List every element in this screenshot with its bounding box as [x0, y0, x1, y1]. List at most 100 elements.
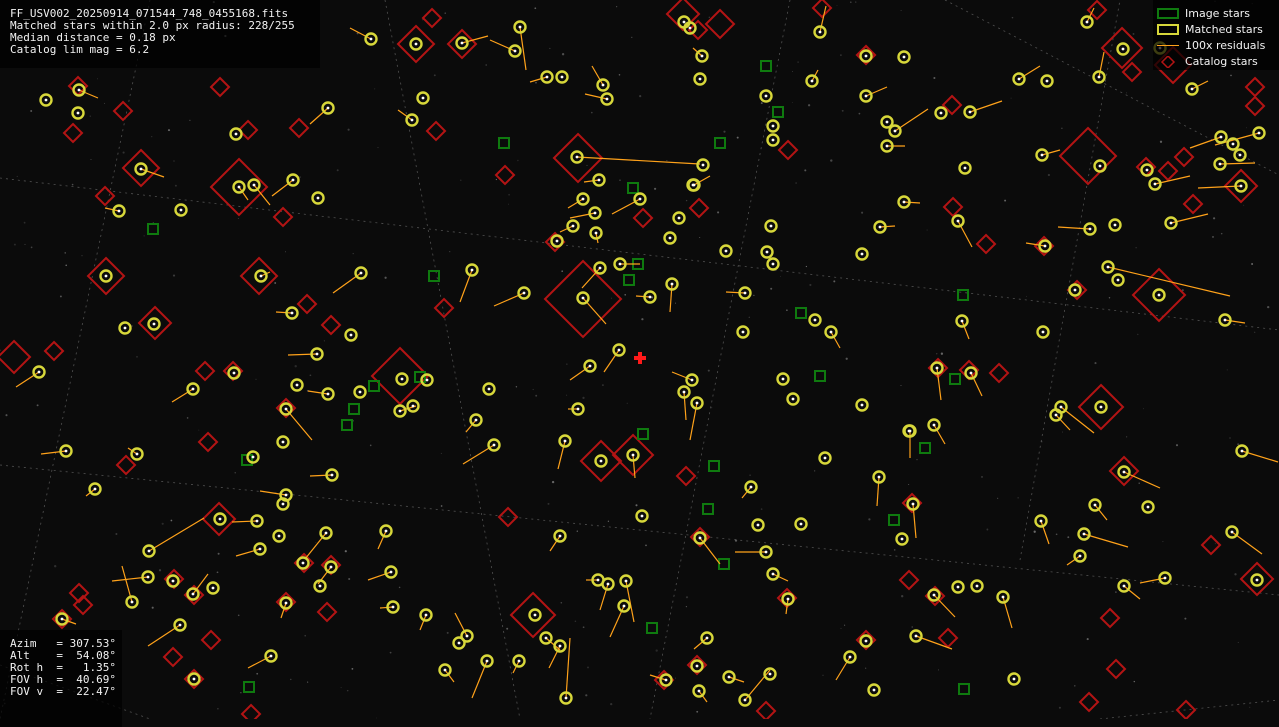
- background-star: [59, 295, 62, 298]
- background-star: [1137, 333, 1139, 336]
- star-core: [391, 605, 395, 609]
- star-core: [1093, 503, 1097, 507]
- background-star: [30, 246, 33, 249]
- background-star: [1126, 92, 1128, 94]
- square-icon: [1157, 8, 1179, 19]
- background-star: [1133, 680, 1136, 683]
- background-star: [639, 94, 642, 98]
- background-star: [624, 294, 626, 296]
- catalog-star: [1173, 146, 1195, 168]
- residual-line: [231, 520, 258, 523]
- image-star: [795, 307, 807, 319]
- catalog-star: [755, 700, 777, 719]
- background-star: [1010, 97, 1012, 99]
- star-core: [677, 216, 681, 220]
- residual-line: [725, 291, 746, 294]
- background-star: [770, 287, 773, 290]
- background-star: [1220, 232, 1223, 235]
- star-core: [588, 364, 592, 368]
- image-star: [957, 289, 969, 301]
- background-star: [1251, 263, 1254, 265]
- star-core: [135, 452, 139, 456]
- star-core: [935, 366, 939, 370]
- background-star: [307, 681, 309, 683]
- background-star: [1086, 638, 1089, 641]
- star-core: [664, 678, 668, 682]
- star-core: [885, 144, 889, 148]
- background-star: [340, 687, 342, 689]
- catalog-star: [1086, 0, 1108, 21]
- background-star: [0, 349, 1, 352]
- background-star: [54, 565, 57, 568]
- star-core: [682, 390, 686, 394]
- star-core: [558, 644, 562, 648]
- star-core: [258, 547, 262, 551]
- background-star: [517, 159, 519, 162]
- star-core: [1113, 223, 1117, 227]
- star-core: [771, 138, 775, 142]
- background-star: [284, 251, 287, 253]
- background-star: [158, 569, 162, 572]
- pointing-info-panel: Azim = 307.53° Alt = 54.08° Rot h = 1.35° F…: [0, 630, 122, 727]
- grid-line: [649, 0, 791, 719]
- background-star: [346, 689, 349, 692]
- residual-line: [253, 184, 271, 206]
- background-star: [674, 677, 676, 679]
- catalog-star: [62, 122, 84, 144]
- star-core: [147, 549, 151, 553]
- star-core: [596, 578, 600, 582]
- star-core: [914, 634, 918, 638]
- image-stars-layer: [147, 60, 970, 695]
- star-core: [1001, 595, 1005, 599]
- star-core: [123, 326, 127, 330]
- star-core: [638, 197, 642, 201]
- catalog-star: [162, 646, 184, 668]
- background-star: [748, 316, 750, 318]
- background-star: [926, 229, 928, 231]
- star-core: [474, 418, 478, 422]
- catalog-star: [316, 601, 338, 623]
- background-star: [548, 661, 550, 663]
- catalog-star: [632, 207, 654, 229]
- star-core: [622, 604, 626, 608]
- catalog-star: [1058, 126, 1118, 186]
- star-core: [1059, 405, 1063, 409]
- image-star: [627, 182, 639, 194]
- star-core: [460, 41, 464, 45]
- star-core: [599, 459, 603, 463]
- background-star: [655, 649, 658, 652]
- background-star: [398, 586, 401, 589]
- catalog-star: [112, 100, 134, 122]
- background-star: [508, 193, 510, 196]
- star-core: [872, 688, 876, 692]
- background-star: [336, 169, 339, 172]
- background-star: [495, 178, 498, 181]
- star-core: [492, 443, 496, 447]
- background-star: [389, 651, 392, 654]
- star-core: [522, 291, 526, 295]
- residual-line: [1123, 585, 1141, 600]
- star-core: [284, 407, 288, 411]
- star-core: [179, 208, 183, 212]
- image-star: [623, 274, 635, 286]
- background-star: [734, 539, 738, 542]
- background-star: [172, 274, 176, 277]
- background-star: [161, 522, 164, 525]
- star-core: [384, 529, 388, 533]
- residual-line: [1083, 533, 1129, 548]
- star-core: [130, 600, 134, 604]
- residual-line: [583, 179, 600, 183]
- background-star: [561, 53, 565, 56]
- star-core: [1257, 131, 1261, 135]
- background-star: [792, 71, 793, 72]
- star-core: [564, 696, 568, 700]
- star-core: [576, 407, 580, 411]
- background-star: [940, 352, 944, 355]
- background-star: [186, 417, 189, 419]
- background-star: [1246, 127, 1247, 129]
- background-star: [861, 211, 864, 214]
- star-core: [1153, 182, 1157, 186]
- background-star: [560, 602, 563, 604]
- catalog-star: [942, 196, 964, 218]
- star-core: [1255, 578, 1259, 582]
